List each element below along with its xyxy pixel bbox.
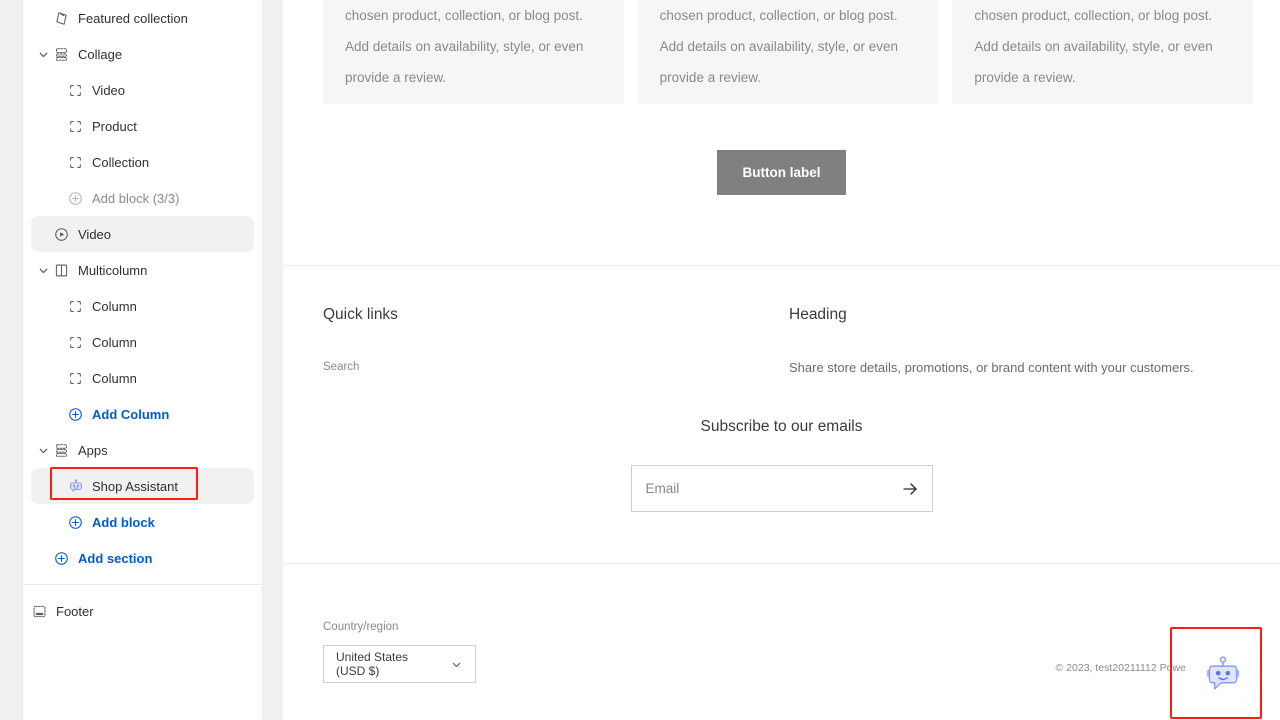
footer-icon [31,603,48,620]
sidebar-item-label: Video [78,226,112,242]
text-card: chosen product, collection, or blog post… [637,0,939,104]
country-region-label: Country/region [323,621,399,633]
multicolumn-icon [53,262,70,279]
sidebar-item-collection[interactable]: Collection [31,144,254,180]
text-card-body: chosen product, collection, or blog post… [974,8,1213,85]
country-region-value: United States (USD $) [336,650,409,678]
arrow-right-icon[interactable] [900,479,920,499]
button-label-wrap: Button label [283,150,1280,195]
block-icon [67,370,84,387]
sidebar-item-label: Column [92,370,137,386]
sidebar-divider [23,584,262,585]
sections-sidebar: Featured collection Collage Video Product Co… [22,0,263,720]
sidebar-footer-group: Footer [23,593,262,629]
country-region-group: Country/region United States (USD $) [323,620,476,683]
sidebar-item-add-section[interactable]: Add section [31,540,254,576]
robot-chat-icon [1206,655,1239,690]
collage-icon [53,46,70,63]
footer-quick-links: Quick links Search [323,305,743,375]
sidebar-item-label: Footer [56,603,94,619]
email-input[interactable] [631,466,932,511]
sidebar-item-collage[interactable]: Collage [31,36,254,72]
block-icon [67,334,84,351]
chevron-down-icon[interactable] [35,442,51,458]
text-card-body: chosen product, collection, or blog post… [345,8,584,85]
footer-block-text: Share store details, promotions, or bran… [789,360,1194,375]
sidebar-item-label: Add block (3/3) [92,190,180,206]
sidebar-item-video[interactable]: Video [31,72,254,108]
country-region-select[interactable]: United States (USD $) [323,645,476,683]
store-preview: chosen product, collection, or blog post… [283,0,1280,720]
collage-text-cards: chosen product, collection, or blog post… [323,0,1254,104]
sidebar-item-label: Column [92,298,137,314]
footer-text-block: Heading Share store details, promotions,… [789,305,1253,377]
plus-circle-icon [53,550,70,567]
section-divider-top [283,265,1280,266]
play-circle-icon [53,226,70,243]
text-card: chosen product, collection, or blog post… [323,0,624,104]
collection-icon [53,10,70,27]
plus-circle-icon [67,190,84,207]
sidebar-item-add-block-3-3[interactable]: Add block (3/3) [31,180,254,216]
newsletter-field[interactable] [630,465,933,512]
sidebar-item-video[interactable]: Video [31,216,254,252]
theme-editor-screen: Featured collection Collage Video Product Co… [0,0,1280,720]
sidebar-item-column[interactable]: Column [31,324,254,360]
sidebar-item-product[interactable]: Product [31,108,254,144]
sidebar-item-label: Column [92,334,137,350]
text-card: chosen product, collection, or blog post… [952,0,1254,104]
sidebar-item-label: Collage [78,46,123,62]
plus-circle-icon [67,514,84,531]
footer-block-heading: Heading [789,306,847,323]
plus-circle-icon [67,406,84,423]
block-icon [67,154,84,171]
sidebar-item-footer[interactable]: Footer [31,593,254,629]
sidebar-item-apps[interactable]: Apps [31,432,254,468]
button-label-button[interactable]: Button label [717,150,846,195]
sidebar-item-label: Add block [92,514,155,530]
chevron-down-icon[interactable] [35,262,51,278]
sidebar-item-label: Add Column [92,406,170,422]
newsletter-block: Subscribe to our emails [283,418,1280,512]
section-divider-bottom [283,563,1280,564]
block-icon [67,82,84,99]
robot-icon [67,478,84,495]
sidebar-item-featured-collection[interactable]: Featured collection [31,0,254,36]
sidebar-item-label: Add section [78,550,153,566]
sidebar-item-column[interactable]: Column [31,288,254,324]
sidebar-item-label: Shop Assistant [92,478,178,494]
sidebar-item-label: Collection [92,154,150,170]
sidebar-item-shop-assistant[interactable]: Shop Assistant [31,468,254,504]
sidebar-item-label: Product [92,118,137,134]
sidebar-item-label: Featured collection [78,10,188,26]
text-card-body: chosen product, collection, or blog post… [659,8,899,85]
sidebar-item-label: Multicolumn [78,262,148,278]
apps-icon [53,442,70,459]
block-icon [67,118,84,135]
quick-links-heading: Quick links [323,306,398,323]
sidebar-item-add-block[interactable]: Add block [31,504,254,540]
sidebar-item-label: Video [92,82,126,98]
chevron-down-icon [450,658,463,671]
shop-assistant-chat-launcher[interactable] [1186,637,1259,710]
sections-list: Featured collection Collage Video Product Co… [23,0,262,576]
quick-link-search[interactable]: Search [323,359,743,375]
block-icon [67,298,84,315]
newsletter-title: Subscribe to our emails [700,418,863,435]
sidebar-item-multicolumn[interactable]: Multicolumn [31,252,254,288]
chevron-down-icon[interactable] [35,46,51,62]
sidebar-item-label: Apps [78,442,108,458]
sidebar-item-column[interactable]: Column [31,360,254,396]
sidebar-item-add-column[interactable]: Add Column [31,396,254,432]
